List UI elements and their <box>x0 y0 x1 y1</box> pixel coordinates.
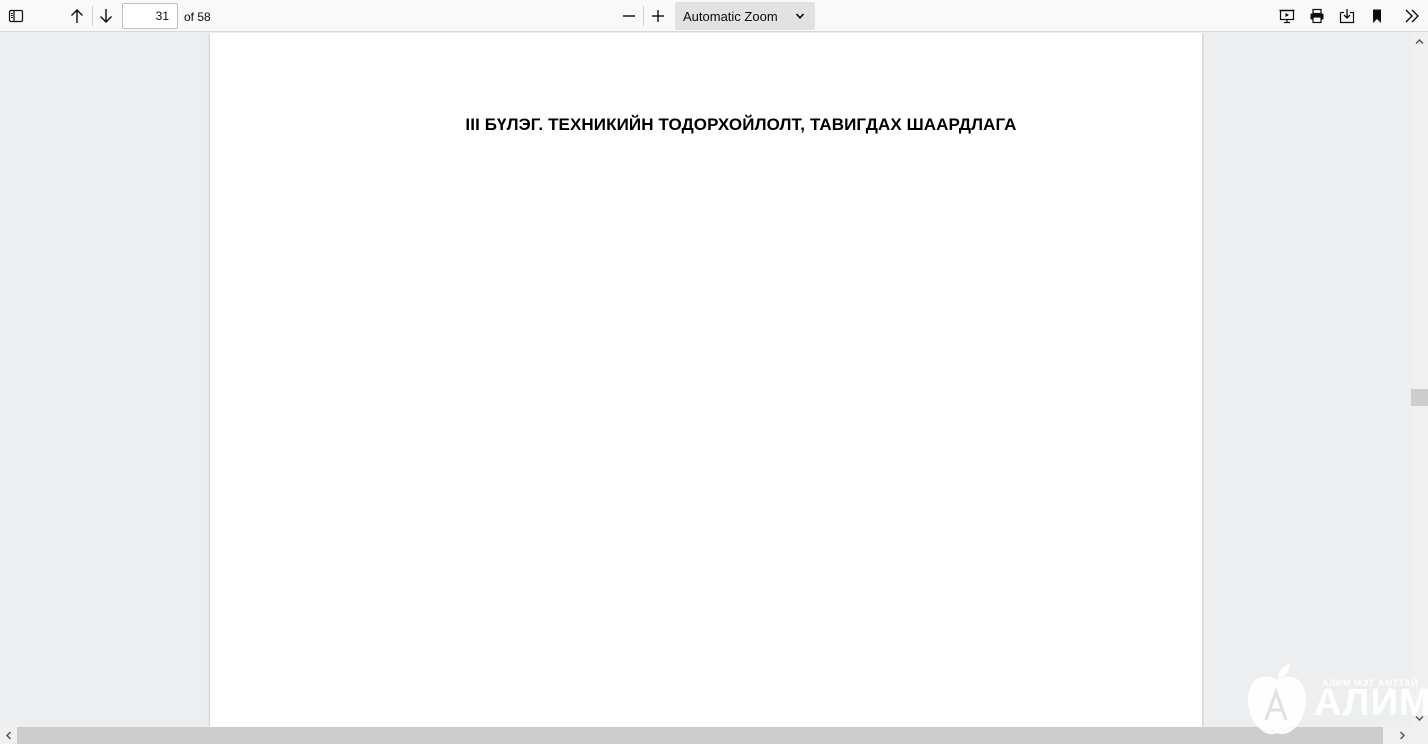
sidebar-toggle-icon <box>8 9 24 23</box>
bookmark-button[interactable] <box>1363 2 1391 30</box>
sidebar-toggle-button[interactable] <box>2 2 30 30</box>
scroll-down-arrow-icon[interactable] <box>1414 713 1425 724</box>
zoom-out-button[interactable] <box>615 2 643 30</box>
print-button[interactable] <box>1303 2 1331 30</box>
plus-icon <box>652 10 664 22</box>
printer-icon <box>1310 8 1324 24</box>
download-button[interactable] <box>1333 2 1361 30</box>
bookmark-icon <box>1373 9 1381 23</box>
presentation-mode-button[interactable] <box>1273 2 1301 30</box>
zoom-select[interactable]: Automatic Zoom <box>675 2 815 30</box>
presentation-icon <box>1279 9 1295 24</box>
arrow-down-icon <box>100 9 112 23</box>
arrow-up-icon <box>71 9 83 23</box>
pdf-page: III БҮЛЭГ. ТЕХНИКИЙН ТОДОРХОЙЛОЛТ, ТАВИГ… <box>210 33 1202 727</box>
vertical-scrollbar[interactable] <box>1411 33 1428 727</box>
horizontal-scroll-thumb[interactable] <box>17 727 1383 744</box>
scroll-up-arrow-icon[interactable] <box>1414 36 1425 47</box>
previous-page-button[interactable] <box>63 2 91 30</box>
page-number-input[interactable] <box>122 3 178 29</box>
scroll-left-arrow-icon[interactable] <box>3 730 14 741</box>
next-page-button[interactable] <box>92 2 120 30</box>
tools-menu-button[interactable] <box>1398 2 1426 30</box>
zoom-in-button[interactable] <box>644 2 672 30</box>
section-heading: III БҮЛЭГ. ТЕХНИКИЙН ТОДОРХОЙЛОЛТ, ТАВИГ… <box>465 115 1017 134</box>
horizontal-scrollbar[interactable] <box>0 727 1411 744</box>
document-viewer[interactable]: III БҮЛЭГ. ТЕХНИКИЙН ТОДОРХОЙЛОЛТ, ТАВИГ… <box>0 33 1411 727</box>
minus-icon <box>623 15 635 17</box>
chevron-down-icon <box>795 13 805 19</box>
vertical-scroll-thumb[interactable] <box>1411 389 1428 406</box>
double-chevron-right-icon <box>1405 9 1419 23</box>
scrollbar-corner <box>1411 727 1428 744</box>
page-count-label: of 58 <box>184 10 211 24</box>
scroll-right-arrow-icon[interactable] <box>1397 730 1408 741</box>
pdf-toolbar: of 58 Automatic Zoom <box>0 0 1428 32</box>
zoom-select-value: Automatic Zoom <box>683 8 778 24</box>
download-icon <box>1339 9 1355 24</box>
